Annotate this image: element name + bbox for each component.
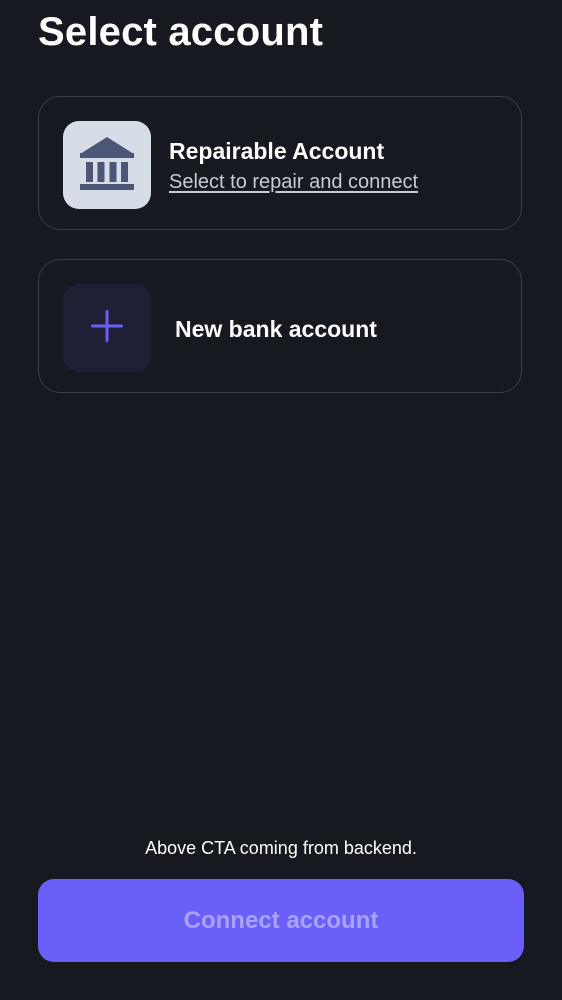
plus-icon — [89, 308, 125, 349]
cta-note: Above CTA coming from backend. — [145, 838, 417, 858]
plus-icon-tile — [63, 284, 151, 372]
page-title: Select account — [38, 10, 324, 54]
connect-account-button[interactable]: Connect account — [38, 879, 524, 962]
new-bank-account-card[interactable]: New bank account — [38, 259, 522, 393]
repairable-account-card[interactable]: Repairable Account Select to repair and … — [38, 96, 522, 230]
repair-link[interactable]: Select to repair and connect — [169, 170, 418, 194]
bank-icon-tile — [63, 121, 151, 209]
new-bank-account-label: New bank account — [175, 316, 377, 342]
bank-icon — [79, 135, 135, 196]
account-title: Repairable Account — [169, 138, 385, 164]
